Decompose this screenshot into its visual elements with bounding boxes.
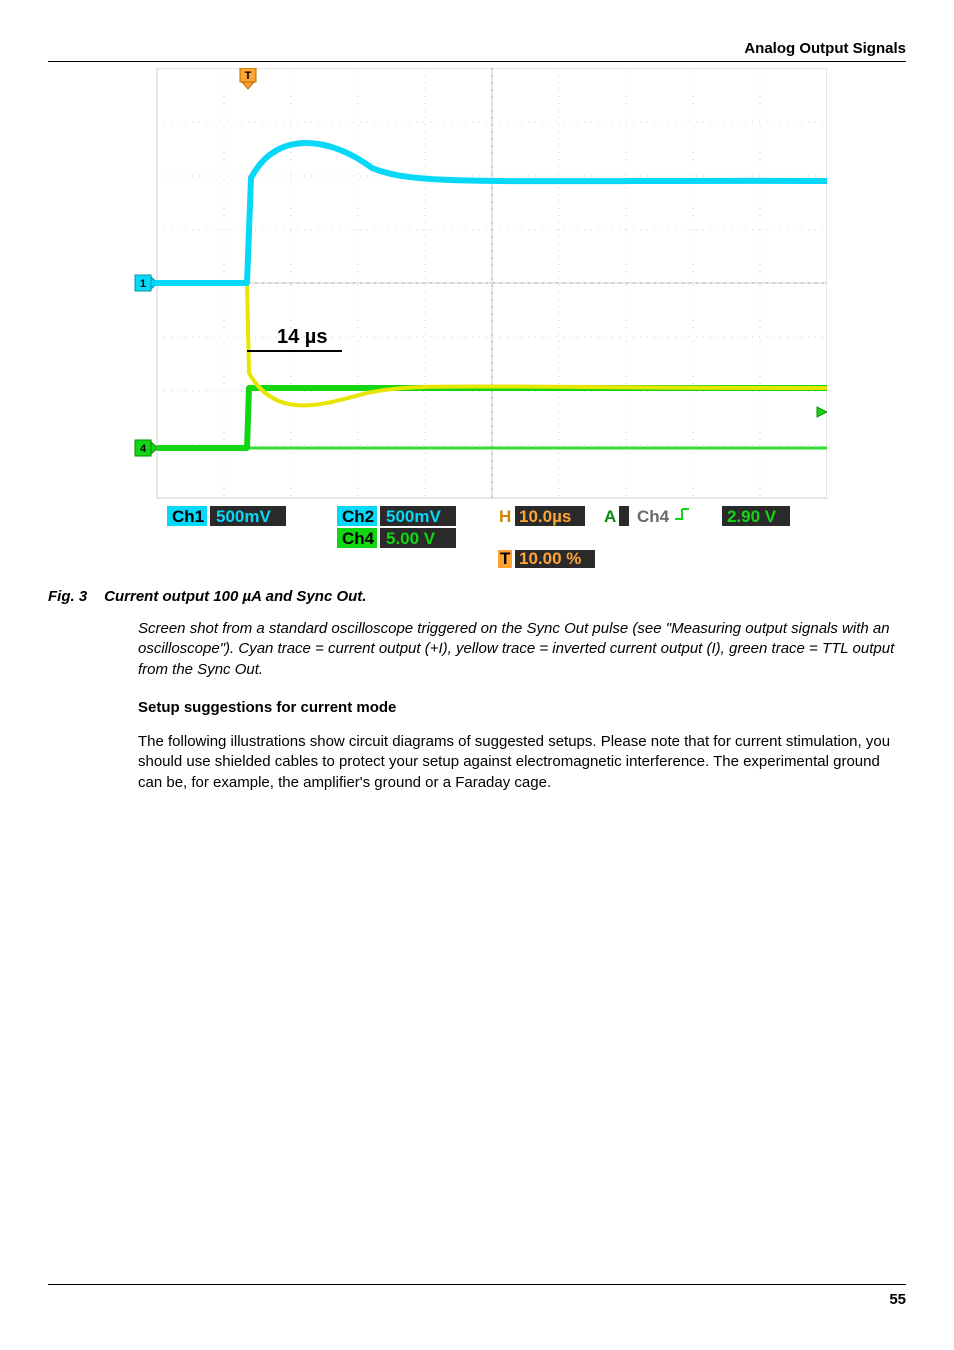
ch4-marker-icon: 4 [135,440,158,456]
footer-rule [48,1284,906,1285]
svg-text:T: T [500,549,511,568]
figure-caption: Fig. 3 Current output 100 µA and Sync Ou… [48,588,906,605]
svg-text:Ch1: Ch1 [172,507,204,526]
svg-text:10.0µs: 10.0µs [519,507,571,526]
page-footer: 55 [48,1284,906,1308]
svg-text:A: A [604,507,616,526]
oscilloscope-screenshot: T 1 4 14 µs Ch1 500mV Ch2 500mV [127,68,827,570]
svg-text:2.90 V: 2.90 V [727,507,777,526]
svg-text:10.00 %: 10.00 % [519,549,581,568]
svg-text:H: H [499,507,511,526]
figure-description: Screen shot from a standard oscilloscope… [138,619,906,680]
svg-text:500mV: 500mV [386,507,441,526]
page-number: 55 [48,1291,906,1308]
svg-text:Ch4: Ch4 [342,529,375,548]
figure-label: Fig. 3 [48,588,100,605]
header-rule [48,61,906,62]
oscilloscope-figure: T 1 4 14 µs Ch1 500mV Ch2 500mV [48,68,906,570]
svg-text:Ch2: Ch2 [342,507,374,526]
svg-text:14 µs: 14 µs [277,326,327,348]
svg-text:5.00 V: 5.00 V [386,529,436,548]
svg-text:4: 4 [140,443,147,455]
svg-text:Ch4: Ch4 [637,507,670,526]
svg-text:T: T [245,70,252,82]
svg-text:1: 1 [140,278,146,290]
svg-text:500mV: 500mV [216,507,271,526]
page-header-title: Analog Output Signals [48,40,906,57]
section-body: The following illustrations show circuit… [138,732,906,793]
figure-title: Current output 100 µA and Sync Out. [104,588,366,605]
section-heading: Setup suggestions for current mode [138,698,906,718]
